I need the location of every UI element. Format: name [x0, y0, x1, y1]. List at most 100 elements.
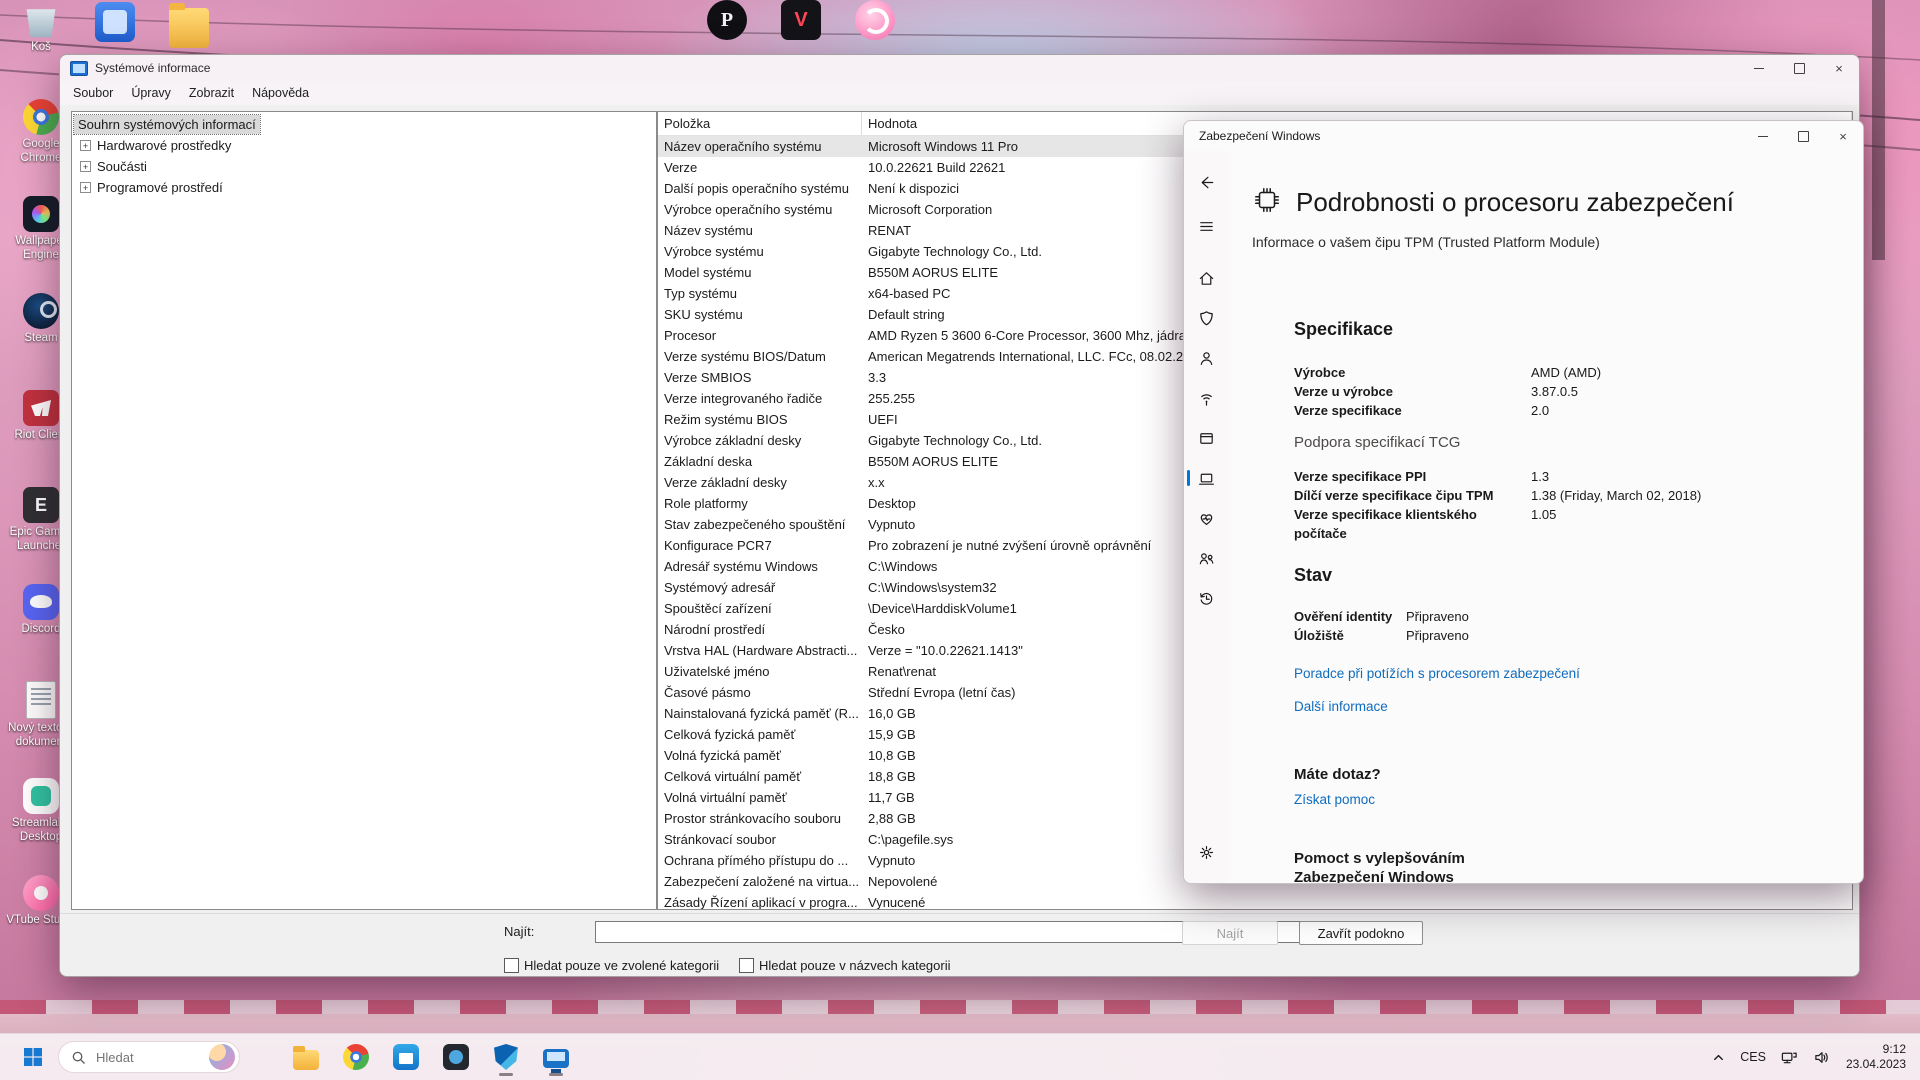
status-rows: Ověření identityPřipravenoÚložištěPřipra…	[1294, 607, 1469, 645]
language-indicator[interactable]: CES	[1740, 1050, 1766, 1064]
desktop-icon-swirl-app[interactable]	[838, 0, 912, 60]
system-tray: CES 9:12 23.04.2023	[1711, 1042, 1920, 1072]
table-row[interactable]: Zásady Řízení aplikací v progra...Vynuce…	[658, 892, 1852, 910]
tree-item-1[interactable]: +Součásti	[72, 156, 656, 177]
tree-item-2[interactable]: +Programové prostředí	[72, 177, 656, 198]
close-button[interactable]: ×	[1823, 121, 1863, 151]
network-icon[interactable]	[1780, 1049, 1799, 1066]
security-nav-rail	[1184, 151, 1228, 883]
spec-value: AMD (AMD)	[1531, 363, 1601, 382]
checkbox-search-category-names[interactable]: Hledat pouze v názvech kategorii	[739, 958, 951, 973]
clock[interactable]: 9:12 23.04.2023	[1846, 1042, 1906, 1072]
desktop-icon-blue-app[interactable]	[78, 2, 152, 62]
row-item-cell: SKU systému	[658, 304, 861, 325]
rail-history-icon[interactable]	[1184, 581, 1228, 615]
close-pane-button[interactable]: Zavřít podokno	[1299, 921, 1423, 945]
text-document-icon	[26, 681, 56, 719]
close-button[interactable]: ×	[1819, 55, 1859, 81]
taskbar-app-file-explorer[interactable]	[286, 1037, 326, 1077]
hidden-icons-chevron-icon[interactable]	[1711, 1050, 1726, 1065]
expand-plus-icon[interactable]: +	[80, 161, 91, 172]
status-label: Ověření identity	[1294, 607, 1406, 626]
rail-back-icon[interactable]	[1184, 165, 1228, 199]
taskbar-app-media[interactable]	[436, 1037, 476, 1077]
minimize-button[interactable]	[1739, 55, 1779, 81]
tree-item-0[interactable]: +Hardwarové prostředky	[72, 135, 656, 156]
taskbar-app-store[interactable]	[386, 1037, 426, 1077]
tcg-value: 1.3	[1531, 467, 1549, 486]
spec-rows: VýrobceAMD (AMD)Verze u výrobce3.87.0.5V…	[1294, 363, 1601, 420]
question-heading: Máte dotaz?	[1294, 766, 1381, 783]
checkbox-search-selected-category[interactable]: Hledat pouze ve zvolené kategorii	[504, 958, 719, 973]
tcg-row: Verze specifikace PPI1.3	[1294, 467, 1701, 486]
column-header-item[interactable]: Položka	[658, 112, 862, 135]
maximize-icon	[1798, 131, 1809, 142]
row-item-cell: Zásady Řízení aplikací v progra...	[658, 892, 861, 910]
tpm-chip-icon	[1252, 185, 1282, 220]
spec-row: Verze specifikace2.0	[1294, 401, 1601, 420]
tcg-label: Verze specifikace PPI	[1294, 467, 1531, 486]
row-item-cell: Verze systému BIOS/Datum	[658, 346, 861, 367]
menu-item-0[interactable]: Soubor	[64, 83, 122, 103]
security-page-title: Podrobnosti o procesoru zabezpečení	[1296, 187, 1734, 218]
blue-app-icon	[95, 2, 135, 42]
find-input[interactable]	[595, 921, 1417, 943]
system-information-icon	[543, 1049, 569, 1068]
rail-person-icon[interactable]	[1184, 341, 1228, 375]
sysinfo-menu-bar: SouborÚpravyZobrazitNápověda	[60, 81, 1859, 106]
desktop-icon-valorant[interactable]	[764, 0, 838, 60]
find-button[interactable]: Najít	[1182, 921, 1278, 945]
taskbar-search-box[interactable]	[58, 1041, 240, 1073]
rail-app-browser-icon[interactable]	[1184, 421, 1228, 455]
row-item-cell: Základní deska	[658, 451, 861, 472]
windows-security-icon	[493, 1044, 519, 1070]
taskbar-app-chrome[interactable]	[336, 1037, 376, 1077]
menu-item-2[interactable]: Zobrazit	[180, 83, 243, 103]
row-item-cell: Vrstva HAL (Hardware Abstracti...	[658, 640, 861, 661]
row-item-cell: Verze SMBIOS	[658, 367, 861, 388]
get-help-link[interactable]: Získat pomoc	[1294, 792, 1375, 807]
taskbar-app-windows-security[interactable]	[486, 1037, 526, 1077]
rail-settings-gear-icon[interactable]	[1184, 835, 1228, 869]
desktop-icon-folder[interactable]	[152, 2, 226, 62]
start-button[interactable]	[14, 1038, 52, 1076]
rail-device-icon[interactable]	[1184, 461, 1228, 495]
menu-item-3[interactable]: Nápověda	[243, 83, 318, 103]
expand-plus-icon[interactable]: +	[80, 140, 91, 151]
row-item-cell: Prostor stránkovacího souboru	[658, 808, 861, 829]
maximize-button[interactable]	[1779, 55, 1819, 81]
desktop-icon-p-app[interactable]	[690, 0, 764, 60]
search-input[interactable]	[94, 1049, 201, 1066]
tcg-row: Dílčí verze specifikace čipu TPM1.38 (Fr…	[1294, 486, 1701, 505]
spec-value: 3.87.0.5	[1531, 382, 1578, 401]
troubleshoot-link[interactable]: Poradce při potížích s procesorem zabezp…	[1294, 666, 1580, 681]
rail-family-icon[interactable]	[1184, 541, 1228, 575]
tcg-value: 1.05	[1531, 505, 1556, 543]
expand-plus-icon[interactable]: +	[80, 182, 91, 193]
recycle-bin-icon	[23, 2, 59, 38]
minimize-button[interactable]	[1743, 121, 1783, 151]
maximize-button[interactable]	[1783, 121, 1823, 151]
improve-heading: Pomoct s vylepšováním Zabezpečení Window…	[1294, 849, 1514, 883]
row-item-cell: Výrobce operačního systému	[658, 199, 861, 220]
rail-shield-icon[interactable]	[1184, 301, 1228, 335]
search-highlight-image	[209, 1044, 235, 1070]
rail-home-icon[interactable]	[1184, 261, 1228, 295]
row-item-cell: Spouštěcí zařízení	[658, 598, 861, 619]
tree-item-summary[interactable]: Souhrn systémových informací	[74, 115, 260, 134]
category-tree: Souhrn systémových informací +Hardwarové…	[71, 111, 657, 910]
taskbar-app-system-information[interactable]	[536, 1037, 576, 1077]
rail-health-icon[interactable]	[1184, 501, 1228, 535]
row-item-cell: Model systému	[658, 262, 861, 283]
spec-label: Verze u výrobce	[1294, 382, 1531, 401]
desktop-icon-label: Koš	[31, 41, 51, 55]
folder-icon	[169, 8, 209, 48]
date: 23.04.2023	[1846, 1057, 1906, 1072]
wallpaper-engine-icon	[23, 196, 59, 232]
checkbox-label: Hledat pouze v názvech kategorii	[759, 958, 951, 973]
more-info-link[interactable]: Další informace	[1294, 699, 1388, 714]
volume-icon[interactable]	[1813, 1049, 1832, 1066]
rail-wireless-icon[interactable]	[1184, 381, 1228, 415]
rail-menu-icon[interactable]	[1184, 209, 1228, 243]
menu-item-1[interactable]: Úpravy	[122, 83, 180, 103]
